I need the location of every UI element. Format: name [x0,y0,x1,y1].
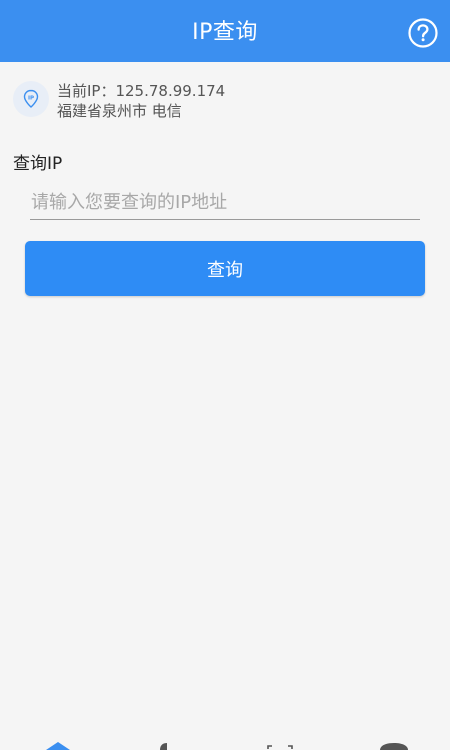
user-icon [380,743,408,750]
home-icon [46,742,70,750]
help-button[interactable] [408,18,438,48]
tab-scan[interactable] [250,736,310,750]
pie-chart-icon [160,743,167,750]
ip-address-input[interactable] [30,186,420,220]
app-header: IP查询 [0,0,450,62]
query-button[interactable]: 查询 [25,241,425,296]
bottom-tab-bar [0,736,450,750]
tab-home[interactable] [28,736,88,750]
tab-stats[interactable] [138,736,198,750]
current-ip-location: 福建省泉州市 电信 [57,102,182,120]
current-ip-panel: IP 当前IP：125.78.99.174 福建省泉州市 电信 [0,62,450,128]
scan-icon [267,745,293,749]
svg-text:IP: IP [28,96,34,102]
tab-profile[interactable] [364,736,424,750]
location-pin-icon: IP [13,81,49,117]
current-ip-text: 当前IP：125.78.99.174 [57,82,226,100]
question-circle-icon [408,18,438,48]
page-title: IP查询 [192,20,258,45]
query-ip-label: 查询IP [13,154,63,174]
